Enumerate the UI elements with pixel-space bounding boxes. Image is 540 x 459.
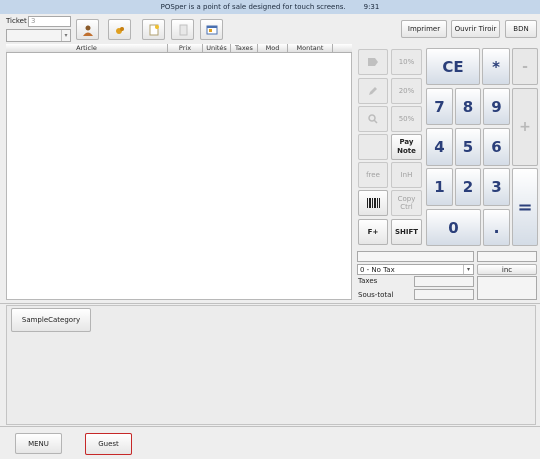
digit-3-button[interactable]: 3 [483, 168, 510, 206]
digit-9-button[interactable]: 9 [483, 88, 510, 125]
discount-50-button[interactable]: 50% [391, 106, 422, 132]
delete-document-icon [179, 24, 187, 35]
guest-button[interactable]: Guest [85, 433, 132, 455]
ticket-number-field[interactable]: 3 [28, 16, 71, 27]
digit-0-button[interactable]: 0 [426, 209, 481, 246]
discount-20-button[interactable]: 20% [391, 78, 422, 104]
taxes-label: Taxes [358, 277, 378, 285]
delete-ticket-button[interactable] [171, 19, 194, 40]
column-header: Taxes [231, 44, 258, 52]
title-bar: POSper is a point of sale designed for t… [0, 0, 540, 14]
inc-button[interactable]: inc [477, 264, 537, 275]
ticket-lines-table[interactable] [6, 44, 352, 300]
bdn-button[interactable]: BDN [505, 20, 537, 38]
open-drawer-button[interactable]: Ouvrir Tiroir [451, 20, 500, 38]
f-plus-button[interactable]: F+ [358, 219, 388, 245]
footer-divider [0, 426, 540, 427]
panel-divider [0, 303, 540, 304]
discount-10-button[interactable]: 10% [391, 49, 422, 75]
blank-button[interactable] [358, 134, 388, 160]
new-document-icon [149, 24, 159, 35]
tag-icon [368, 58, 378, 66]
equals-button[interactable]: = [512, 168, 538, 246]
menu-button[interactable]: MENU [15, 433, 62, 454]
digit-7-button[interactable]: 7 [426, 88, 453, 125]
barcode-icon [366, 198, 380, 208]
chevron-down-icon: ▾ [463, 265, 473, 274]
free-button[interactable]: free [358, 162, 388, 188]
subtotal-label: Sous-total [358, 291, 394, 299]
window-button[interactable] [200, 19, 223, 40]
edit-button[interactable] [358, 78, 388, 104]
column-header: Unités [203, 44, 231, 52]
search-icon [368, 114, 378, 124]
minus-button[interactable]: - [512, 48, 538, 85]
shift-button[interactable]: SHIFT [391, 219, 422, 245]
column-header: Mod [258, 44, 288, 52]
pencil-icon [369, 87, 377, 95]
chevron-down-icon: ▾ [61, 30, 70, 41]
new-ticket-button[interactable] [142, 19, 165, 40]
total-value [477, 276, 537, 300]
customer-button[interactable] [76, 19, 99, 40]
taxes-value [414, 276, 474, 287]
window-icon [206, 25, 217, 34]
search-button[interactable] [358, 106, 388, 132]
print-button[interactable]: Imprimer [401, 20, 447, 38]
subtotal-value [414, 289, 474, 300]
split-ticket-button[interactable] [108, 19, 131, 40]
clock: 9:31 [363, 3, 380, 11]
tax-select-value: 0 - No Tax [360, 265, 395, 274]
title-message: POSper is a point of sale designed for t… [160, 3, 346, 11]
column-header: Article [6, 44, 168, 52]
customer-icon [82, 25, 93, 36]
digit-5-button[interactable]: 5 [455, 128, 481, 166]
clear-entry-button[interactable]: CE [426, 48, 480, 85]
pay-note-button[interactable]: Pay Note [391, 134, 422, 160]
ticket-number: 3 [31, 17, 36, 25]
price-display [357, 251, 474, 262]
ticket-select[interactable]: ▾ [6, 29, 71, 42]
copy-ctrl-button[interactable]: Copy Ctrl [391, 190, 422, 216]
tag-button[interactable] [358, 49, 388, 75]
ticket-label: Ticket [6, 17, 27, 25]
digit-2-button[interactable]: 2 [455, 168, 481, 206]
column-header: Montant [288, 44, 333, 52]
barcode-button[interactable] [358, 190, 388, 216]
digit-4-button[interactable]: 4 [426, 128, 453, 166]
inh-button[interactable]: InH [391, 162, 422, 188]
digit-1-button[interactable]: 1 [426, 168, 453, 206]
tax-select[interactable]: 0 - No Tax ▾ [357, 264, 474, 275]
digit-6-button[interactable]: 6 [483, 128, 510, 166]
quantity-display [477, 251, 537, 262]
split-icon [115, 26, 124, 34]
digit-8-button[interactable]: 8 [455, 88, 481, 125]
table-header: Article Prix Unités Taxes Mod Montant [6, 44, 352, 53]
plus-button[interactable]: + [512, 88, 538, 166]
column-header: Prix [168, 44, 203, 52]
decimal-point-button[interactable]: . [483, 209, 510, 246]
multiply-button[interactable]: * [482, 48, 510, 85]
category-button[interactable]: SampleCategory [11, 308, 91, 332]
